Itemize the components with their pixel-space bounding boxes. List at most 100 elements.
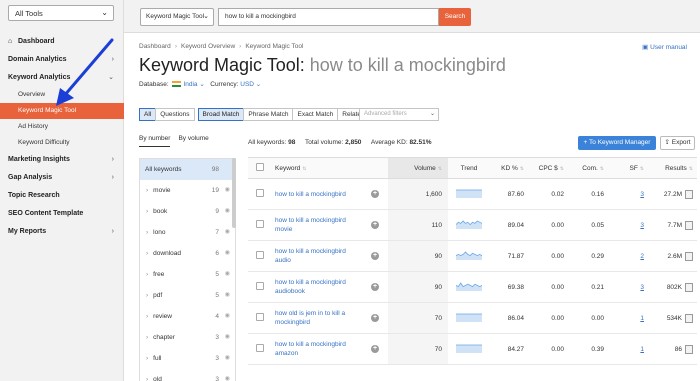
sidebar-item-gap-analysis[interactable]: Gap Analysis › [0, 169, 124, 187]
header-volume[interactable]: Volume ⇅ [388, 157, 448, 179]
sidebar-item-my-reports[interactable]: My Reports › [0, 223, 124, 241]
group-item[interactable]: › chapter 3 ◉ [140, 327, 235, 348]
eye-icon[interactable]: ◉ [225, 327, 230, 348]
eye-icon[interactable]: ◉ [225, 180, 230, 201]
serp-icon[interactable] [685, 251, 693, 261]
add-keyword-icon[interactable]: + [371, 252, 379, 260]
header-kd[interactable]: KD % ⇅ [490, 157, 530, 179]
advanced-filters-select[interactable]: Advanced filters ⌄ [359, 108, 439, 121]
keyword-link[interactable]: how to kill a mockingbird audio [275, 248, 346, 264]
sf-link[interactable]: 3 [640, 284, 644, 291]
group-item[interactable]: › full 3 ◉ [140, 348, 235, 369]
keyword-link[interactable]: how to kill a mockingbird amazon [275, 341, 346, 357]
search-input[interactable]: how to kill a mockingbird [218, 8, 439, 26]
keyword-link[interactable]: how to kill a mockingbird audiobook [275, 279, 346, 295]
currency-select[interactable]: USD [240, 81, 254, 88]
eye-icon[interactable]: ◉ [225, 369, 230, 381]
sort-by-number[interactable]: By number [139, 135, 171, 147]
keyword-link[interactable]: how old is jem in to kill a mockingbird [275, 310, 345, 326]
group-count: 4 [215, 313, 219, 320]
filter-phrase-match[interactable]: Phrase Match [243, 108, 294, 121]
serp-icon[interactable] [685, 189, 693, 199]
eye-icon[interactable]: ◉ [225, 264, 230, 285]
tools-select[interactable]: All Tools ⌄ [8, 5, 114, 21]
tool-select[interactable]: Keyword Magic Tool ⌄ [140, 8, 214, 26]
stat-avg-kd: 82.51% [409, 139, 432, 146]
book-icon: ▣ [642, 44, 649, 51]
serp-icon[interactable] [685, 282, 693, 292]
filter-broad-match[interactable]: Broad Match [197, 108, 245, 121]
row-checkbox[interactable] [256, 282, 264, 290]
row-checkbox[interactable] [256, 344, 264, 352]
stat-avg-kd-label: Average KD: [370, 139, 408, 146]
group-item[interactable]: › lono 7 ◉ [140, 222, 235, 243]
serp-icon[interactable] [685, 313, 693, 323]
header-select-all[interactable] [248, 157, 272, 179]
group-label: old [153, 376, 162, 381]
row-checkbox[interactable] [256, 220, 264, 228]
sort-by-volume[interactable]: By volume [178, 135, 208, 147]
breadcrumb-item[interactable]: Dashboard [139, 43, 171, 50]
row-checkbox[interactable] [256, 313, 264, 321]
kd-cell: 89.04 [490, 209, 530, 241]
breadcrumb-item[interactable]: Keyword Overview [181, 43, 235, 50]
database-select[interactable]: India [183, 81, 197, 88]
eye-icon[interactable]: ◉ [225, 306, 230, 327]
search-button[interactable]: Search [439, 8, 471, 26]
group-item[interactable]: › free 5 ◉ [140, 264, 235, 285]
eye-icon[interactable]: ◉ [225, 348, 230, 369]
header-cpc[interactable]: CPC $ ⇅ [530, 157, 570, 179]
sidebar-subitem-keyword-difficulty[interactable]: Keyword Difficulty [0, 135, 124, 151]
eye-icon[interactable]: ◉ [225, 201, 230, 222]
header-com[interactable]: Com. ⇅ [570, 157, 610, 179]
header-keyword[interactable]: Keyword ⇅ [272, 157, 362, 179]
export-button[interactable]: ⇪ Export [660, 136, 695, 150]
header-label: Trend [460, 164, 478, 172]
group-item[interactable]: › old 3 ◉ [140, 369, 235, 381]
eye-icon[interactable]: ◉ [225, 243, 230, 264]
to-keyword-manager-button[interactable]: + To Keyword Manager [578, 136, 656, 150]
filter-questions[interactable]: Questions [155, 108, 195, 121]
serp-icon[interactable] [685, 220, 693, 230]
sidebar-item-seo-content-template[interactable]: SEO Content Template [0, 205, 124, 223]
add-keyword-icon[interactable]: + [371, 190, 379, 198]
group-item[interactable]: › book 9 ◉ [140, 201, 235, 222]
row-checkbox[interactable] [256, 189, 264, 197]
add-keyword-icon[interactable]: + [371, 314, 379, 322]
sidebar-item-topic-research[interactable]: Topic Research [0, 187, 124, 205]
keyword-link[interactable]: how to kill a mockingbird movie [275, 217, 346, 233]
group-item[interactable]: › download 6 ◉ [140, 243, 235, 264]
serp-icon[interactable] [685, 344, 693, 354]
group-all-keywords[interactable]: All keywords 98 [140, 159, 235, 180]
sf-link[interactable]: 3 [640, 191, 644, 198]
filter-all[interactable]: All [139, 108, 157, 121]
sf-link[interactable]: 2 [640, 253, 644, 260]
header-sf[interactable]: SF ⇅ [610, 157, 650, 179]
sidebar-subitem-ad-history[interactable]: Ad History [0, 119, 124, 135]
sf-link[interactable]: 3 [640, 222, 644, 229]
sf-link[interactable]: 1 [640, 346, 644, 353]
add-keyword-icon[interactable]: + [371, 345, 379, 353]
user-manual-link[interactable]: ▣ User manual [642, 43, 687, 51]
eye-icon[interactable]: ◉ [225, 222, 230, 243]
sidebar-item-marketing-insights[interactable]: Marketing Insights › [0, 151, 124, 169]
group-item[interactable]: › review 4 ◉ [140, 306, 235, 327]
add-keyword-icon[interactable]: + [371, 283, 379, 291]
add-keyword-icon[interactable]: + [371, 221, 379, 229]
chevron-right-icon: › [146, 355, 149, 362]
chevron-down-icon: ⌄ [253, 81, 262, 88]
sidebar-item-label: My Reports [8, 228, 47, 235]
chevron-right-icon: › [146, 313, 149, 320]
select-all-checkbox[interactable] [256, 163, 264, 171]
groups-scrollbar[interactable] [232, 158, 236, 228]
group-item[interactable]: › pdf 5 ◉ [140, 285, 235, 306]
sf-link[interactable]: 1 [640, 315, 644, 322]
filter-exact-match[interactable]: Exact Match [292, 108, 339, 121]
header-results[interactable]: Results ⇅ [650, 157, 697, 179]
group-item[interactable]: › movie 19 ◉ [140, 180, 235, 201]
currency-label: Currency: [210, 81, 239, 88]
header-label: KD % [501, 164, 518, 172]
row-checkbox[interactable] [256, 251, 264, 259]
keyword-link[interactable]: how to kill a mockingbird [275, 191, 346, 198]
eye-icon[interactable]: ◉ [225, 285, 230, 306]
